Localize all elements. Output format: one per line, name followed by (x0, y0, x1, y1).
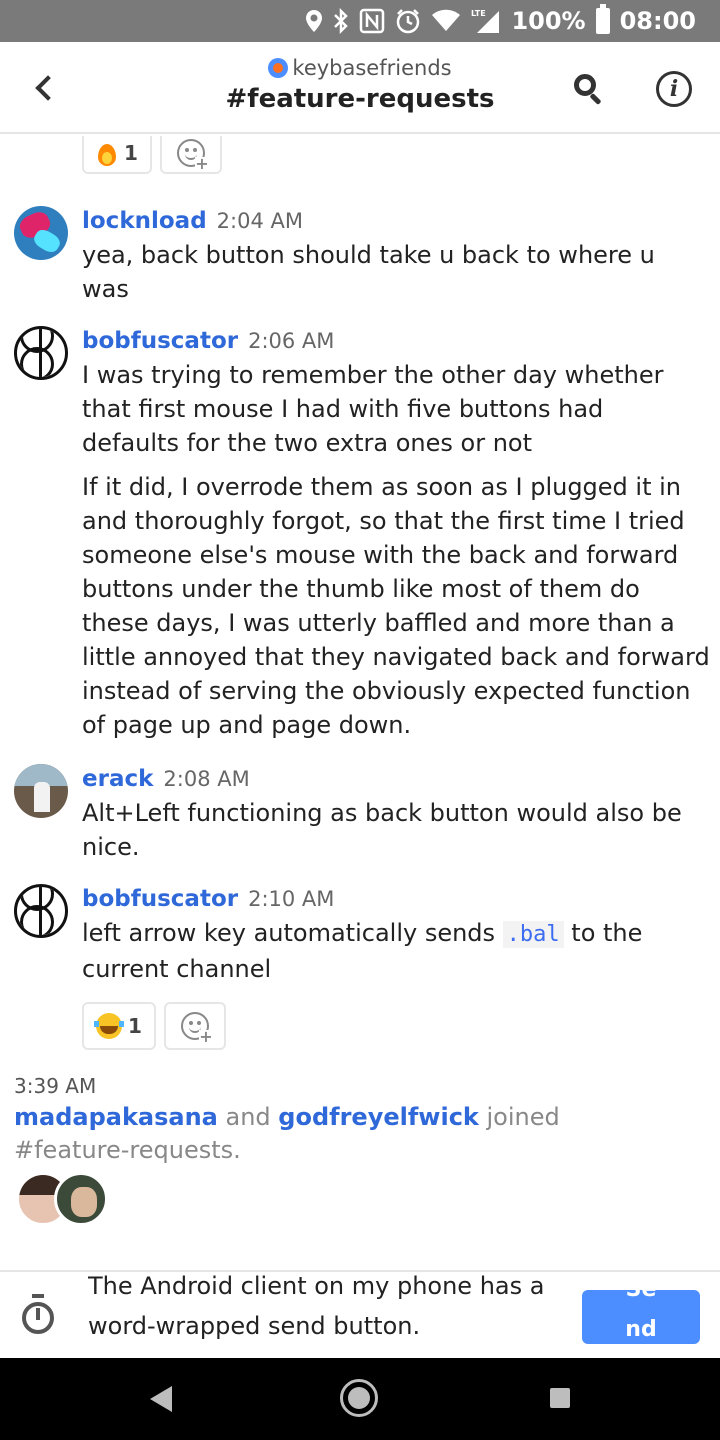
joy-emoji-icon (94, 1013, 124, 1039)
message-text: Alt+Left functioning as back button woul… (82, 799, 682, 861)
team-name: keybasefriends (292, 56, 452, 80)
message-list[interactable]: 1 + locknload 2:04 AM yea, back button sh… (0, 136, 720, 1270)
author-name[interactable]: bobfuscator (82, 328, 238, 354)
channel-header: keybasefriends #feature-requests i (0, 42, 720, 134)
reaction-joy[interactable]: 1 (82, 1002, 156, 1050)
message-author-line[interactable]: bobfuscator 2:10 AM (82, 886, 334, 912)
avatar[interactable] (14, 884, 68, 938)
author-name[interactable]: bobfuscator (82, 886, 238, 912)
message-author-line[interactable]: locknload 2:04 AM (82, 208, 303, 234)
message-author-line[interactable]: bobfuscator 2:06 AM (82, 328, 334, 354)
status-bar: LTE 100% 08:00 (0, 0, 720, 42)
message-author-line[interactable]: erack 2:08 AM (82, 766, 250, 792)
reaction-row: 1 + (82, 136, 222, 174)
add-reaction-button[interactable]: + (163, 1002, 226, 1050)
signal-icon: LTE (471, 0, 501, 42)
add-reaction-button[interactable]: + (159, 136, 222, 174)
svg-text:LTE: LTE (471, 9, 486, 18)
reaction-row: 1 + (82, 1002, 226, 1050)
add-reaction-icon: + (180, 1012, 213, 1045)
send-button[interactable]: Send (582, 1290, 700, 1344)
wifi-icon (431, 0, 461, 42)
bluetooth-icon (333, 0, 349, 42)
exploding-message-button[interactable] (22, 1292, 54, 1336)
reaction-fire[interactable]: 1 (82, 136, 152, 174)
avatar[interactable] (54, 1172, 108, 1226)
team-avatar-icon (268, 58, 289, 78)
team-name-line[interactable]: keybasefriends (0, 56, 720, 80)
message-input[interactable]: The Android client on my phone has a wor… (88, 1272, 568, 1360)
info-icon[interactable]: i (656, 71, 692, 107)
message-time: 2:04 AM (216, 209, 303, 233)
message-text: yea, back button should take u back to w… (82, 241, 655, 303)
avatar[interactable] (14, 206, 68, 260)
inline-code: .bal (502, 921, 564, 948)
fire-emoji-icon (96, 140, 118, 166)
send-label: Send (625, 1290, 657, 1342)
input-text: The Android client on my phone has a wor… (88, 1272, 545, 1340)
message-text: I was trying to remember the other day w… (82, 361, 664, 457)
channel-title[interactable]: #feature-requests (0, 84, 720, 114)
reaction-count: 1 (128, 1014, 142, 1038)
home-circle-icon[interactable] (340, 1379, 378, 1417)
message-time: 2:08 AM (163, 767, 250, 791)
clock: 08:00 (619, 7, 696, 35)
author-name[interactable]: locknload (82, 208, 207, 234)
author-name[interactable]: erack (82, 766, 153, 792)
message-time: 2:06 AM (248, 329, 335, 353)
text-segment: left arrow key automatically sends (82, 919, 503, 947)
avatar[interactable] (14, 326, 68, 380)
nfc-icon (359, 0, 385, 42)
battery-percent: 100% (511, 7, 586, 35)
message-text: If it did, I overrode them as soon as I … (82, 473, 710, 739)
message-composer: The Android client on my phone has a wor… (0, 1270, 720, 1358)
text-segment: and (217, 1103, 279, 1131)
status-icons: LTE 100% 08:00 (305, 0, 696, 42)
user-link[interactable]: godfreyelfwick (278, 1103, 479, 1131)
avatar[interactable] (14, 764, 68, 818)
battery-icon (595, 4, 610, 34)
back-triangle-icon[interactable] (150, 1386, 172, 1412)
reaction-count: 1 (124, 141, 138, 165)
user-link[interactable]: madapakasana (14, 1103, 218, 1131)
location-icon (305, 0, 323, 42)
alarm-icon (395, 0, 421, 42)
message-time: 2:10 AM (248, 887, 335, 911)
system-message-time: 3:39 AM (14, 1074, 97, 1098)
joined-avatars (16, 1172, 108, 1226)
add-reaction-icon: + (176, 139, 209, 172)
message-text: left arrow key automatically sends .bal … (82, 916, 706, 986)
search-button[interactable] (570, 68, 606, 108)
android-nav-bar (0, 1358, 720, 1440)
recents-square-icon[interactable] (550, 1388, 570, 1408)
system-message-text: madapakasana and godfreyelfwick joined #… (14, 1101, 574, 1167)
